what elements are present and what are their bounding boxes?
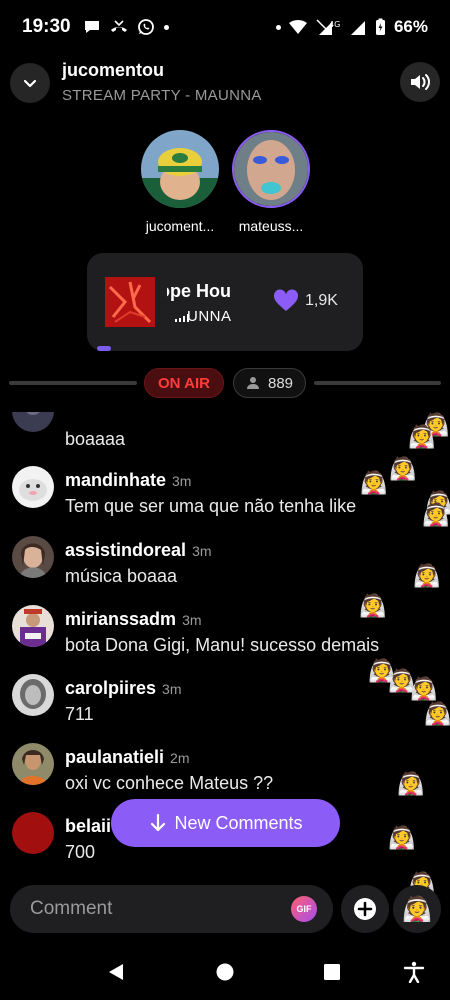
avatar[interactable] [12, 536, 54, 578]
host-name: jucoment... [145, 218, 215, 234]
svg-text:4G: 4G [329, 20, 340, 29]
bride-emoji-icon: 👰 [402, 895, 432, 923]
comment-text: música boaaa [65, 566, 178, 586]
add-button[interactable] [341, 885, 389, 933]
comment-placeholder: Comment [30, 898, 113, 919]
chevron-down-icon [23, 79, 37, 88]
volume-icon [411, 74, 430, 90]
back-button[interactable] [104, 960, 128, 984]
reaction-emoji: 👰 [359, 593, 387, 618]
like-button[interactable]: 1,9K [273, 289, 338, 313]
track-info: ope Hou UNNA [167, 275, 267, 331]
accessibility-icon [403, 961, 425, 983]
reaction-emoji: 👰 [389, 456, 417, 481]
accessibility-button[interactable] [402, 960, 426, 984]
avatar[interactable] [12, 812, 54, 854]
comment-text: boaaaa [65, 429, 126, 449]
wifi-icon [288, 18, 307, 36]
party-header: jucomentou STREAM PARTY - MAUNNA [10, 60, 440, 108]
chat-notification-icon [83, 18, 101, 36]
system-navigation-bar [0, 945, 450, 1000]
comment-username[interactable]: mirianssadm 3m [65, 609, 202, 630]
avatar[interactable] [12, 466, 54, 508]
comment-username[interactable]: carolpiires 3m [65, 678, 182, 699]
reaction-emoji: 👰 [422, 502, 450, 527]
recents-button[interactable] [320, 960, 344, 984]
divider-left [9, 381, 137, 385]
new-comments-label: New Comments [174, 812, 303, 833]
status-bar: 19:30 4G 66% [0, 0, 450, 54]
viewer-count[interactable]: 889 [233, 368, 306, 398]
host-avatar [141, 130, 219, 208]
reaction-emoji: 👰 [410, 676, 438, 701]
cellular-4g-icon: 4G [315, 18, 341, 36]
divider-right [314, 381, 441, 385]
volume-button[interactable] [400, 62, 440, 102]
track-title: ope Hou [167, 281, 231, 301]
comment-username[interactable]: assistindoreal 3m [65, 540, 212, 561]
track-artist: UNNA [187, 308, 232, 325]
comment-username[interactable]: paulanatieli 2m [65, 747, 189, 768]
missed-call-icon [110, 18, 128, 36]
notification-dot [275, 24, 281, 30]
arrow-down-icon [151, 813, 166, 832]
like-count: 1,9K [305, 292, 338, 309]
comment-input[interactable]: Comment GIF [10, 885, 333, 933]
host-2[interactable]: mateuss... [231, 130, 311, 234]
heart-icon [273, 289, 299, 311]
reaction-emoji: 👰 [424, 701, 450, 726]
battery-percentage: 66% [393, 17, 428, 36]
avatar[interactable] [12, 605, 54, 647]
avatar[interactable] [12, 674, 54, 716]
host-avatar [232, 130, 310, 208]
on-air-badge: ON AIR [144, 368, 224, 398]
gif-button[interactable]: GIF [291, 896, 317, 922]
recents-square-icon [324, 964, 340, 980]
status-time: 19:30 [22, 16, 71, 37]
comment-username[interactable]: belaii [65, 816, 117, 837]
comment-time: 3m [172, 473, 192, 489]
avatar[interactable] [12, 743, 54, 785]
signal-icon [349, 18, 367, 36]
back-triangle-icon [109, 964, 123, 980]
collapse-button[interactable] [10, 63, 50, 103]
comment-text: 711 [65, 704, 94, 724]
comment-text: oxi vc conhece Mateus ?? [65, 773, 274, 793]
album-art [105, 277, 155, 327]
comment-text: Tem que ser uma que não tenha like [65, 496, 357, 516]
whatsapp-icon [137, 18, 155, 36]
now-playing-card[interactable]: ope Hou UNNA 1,9K [87, 253, 363, 351]
party-title: jucomentou [62, 60, 164, 80]
comment-username[interactable]: mandinhate 3m [65, 470, 191, 491]
notification-dot [163, 24, 169, 30]
host-name: mateuss... [238, 218, 304, 234]
new-comments-button[interactable]: New Comments [111, 799, 340, 847]
card-indicator [97, 346, 111, 351]
reaction-emoji: 👰 [397, 771, 425, 796]
reaction-emoji: 👰 [360, 470, 388, 495]
comment-text: 700 [65, 842, 96, 862]
reaction-emoji: 👰 [388, 825, 416, 850]
viewer-count-value: 889 [267, 374, 294, 392]
comment-text: bota Dona Gigi, Manu! sucesso demais [65, 635, 380, 655]
person-icon [246, 377, 259, 389]
comment-time: 3m [182, 612, 202, 628]
reaction-button[interactable]: 👰 [393, 885, 441, 933]
host-1[interactable]: jucoment... [140, 130, 220, 234]
avatar [12, 412, 54, 432]
comment-time: 2m [170, 750, 190, 766]
comment-time: 3m [162, 681, 182, 697]
battery-icon [375, 18, 386, 36]
party-subtitle: STREAM PARTY - MAUNNA [62, 87, 262, 104]
reaction-emoji: 👰 [413, 563, 441, 588]
plus-circle-icon [354, 898, 376, 920]
home-circle-icon [216, 963, 234, 981]
reaction-emoji: 👰 [408, 424, 436, 449]
home-button[interactable] [213, 960, 237, 984]
comment-time: 3m [192, 543, 212, 559]
